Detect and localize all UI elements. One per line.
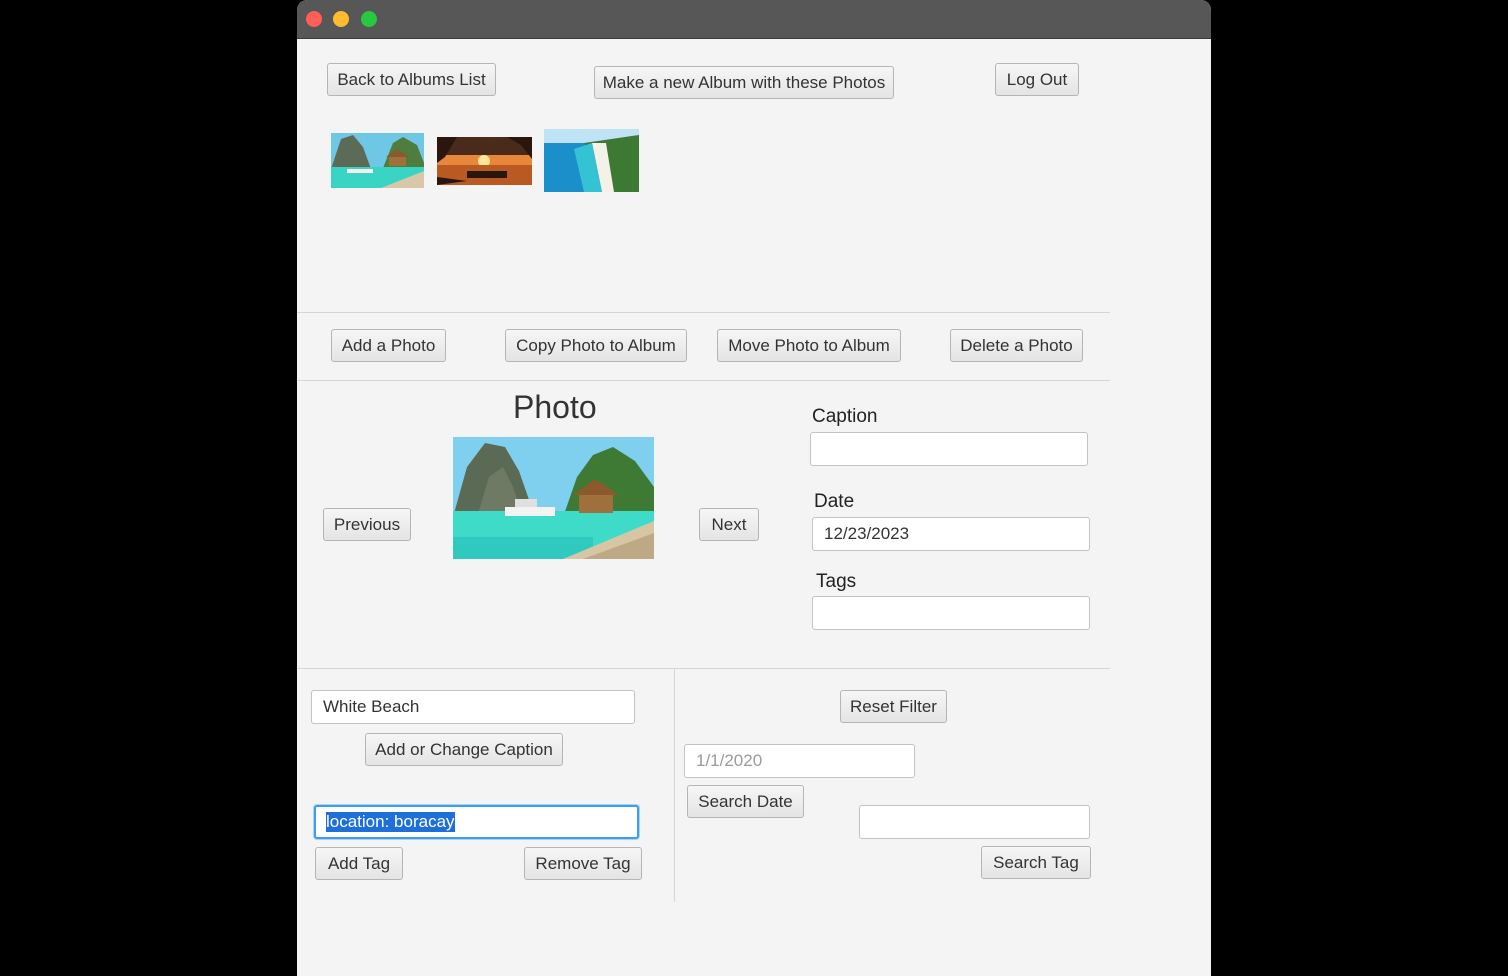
caption-label: Caption (812, 406, 878, 427)
caption-input[interactable] (311, 690, 635, 724)
divider (297, 668, 1110, 669)
delete-photo-button[interactable]: Delete a Photo (950, 329, 1083, 362)
next-button[interactable]: Next (699, 508, 759, 541)
new-album-button[interactable]: Make a new Album with these Photos (594, 66, 894, 99)
tag-input[interactable]: location: boracay (314, 805, 639, 839)
remove-tag-button[interactable]: Remove Tag (524, 847, 642, 880)
change-caption-button[interactable]: Add or Change Caption (365, 733, 563, 766)
search-date-button[interactable]: Search Date (687, 785, 804, 818)
close-window-icon[interactable] (306, 11, 322, 27)
photo-thumbnail-icon[interactable] (437, 137, 532, 185)
photos-window: Back to Albums List Make a new Album wit… (297, 0, 1211, 976)
photo-thumbnail-icon[interactable] (544, 129, 639, 192)
log-out-button[interactable]: Log Out (995, 63, 1079, 96)
date-label: Date (814, 491, 855, 512)
search-date-input[interactable] (684, 744, 915, 778)
minimize-window-icon[interactable] (333, 11, 349, 27)
search-tag-input[interactable] (859, 805, 1090, 839)
move-photo-button[interactable]: Move Photo to Album (717, 329, 901, 362)
divider (297, 312, 1110, 313)
tags-label: Tags (816, 571, 857, 592)
photo-preview-icon (453, 437, 654, 559)
selected-text: location: boracay (326, 812, 455, 832)
add-tag-button[interactable]: Add Tag (315, 847, 403, 880)
add-photo-button[interactable]: Add a Photo (331, 329, 446, 362)
date-display-field[interactable] (812, 517, 1090, 551)
divider (674, 669, 675, 902)
title-bar (297, 0, 1211, 39)
tags-display-field[interactable] (812, 596, 1090, 630)
photo-title: Photo (513, 389, 597, 425)
search-tag-button[interactable]: Search Tag (981, 846, 1091, 879)
previous-button[interactable]: Previous (323, 508, 411, 541)
photo-thumbnail-icon[interactable] (331, 133, 424, 188)
reset-filter-button[interactable]: Reset Filter (840, 690, 947, 723)
copy-photo-button[interactable]: Copy Photo to Album (505, 329, 687, 362)
divider (297, 380, 1110, 381)
zoom-window-icon[interactable] (361, 11, 377, 27)
back-to-albums-button[interactable]: Back to Albums List (327, 63, 496, 96)
caption-display-field[interactable] (810, 432, 1088, 466)
